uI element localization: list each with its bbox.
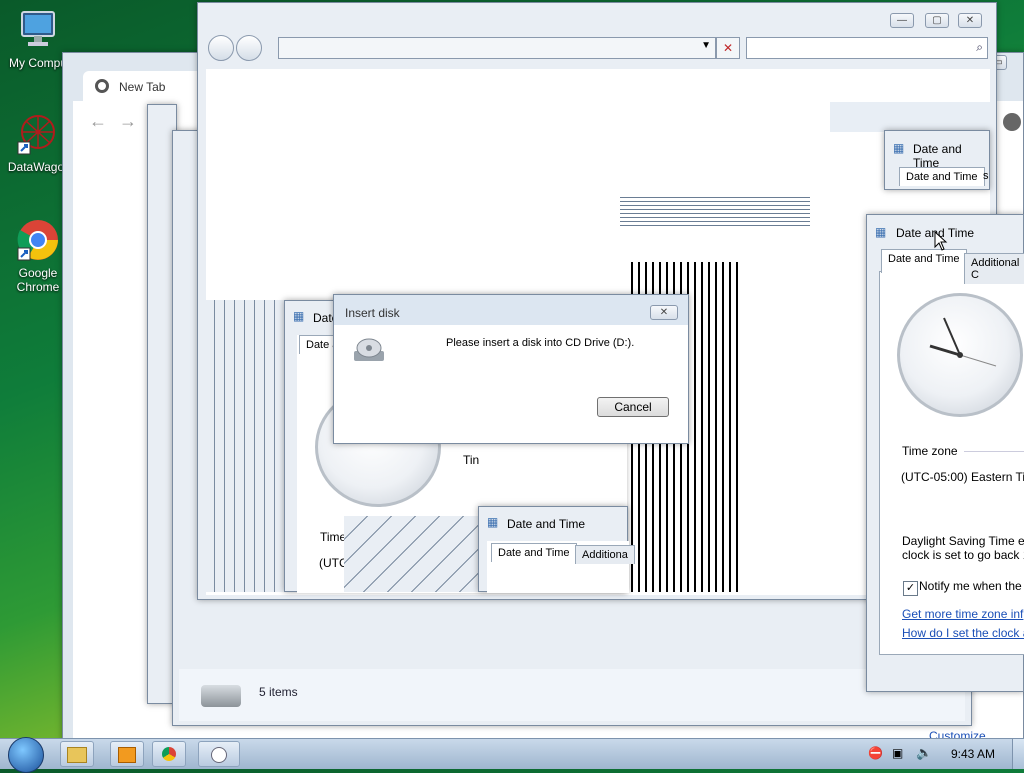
- address-bar[interactable]: ▼: [278, 37, 716, 59]
- forward-arrow-icon[interactable]: →: [119, 111, 137, 132]
- dst-text-line1: Daylight Saving Time e: [902, 534, 1024, 548]
- notify-checkbox[interactable]: ✓: [903, 581, 918, 596]
- tab-date-time[interactable]: Date and Time: [881, 249, 967, 273]
- repaint-artifact-right: [830, 102, 990, 132]
- dialog-title: Insert disk: [345, 306, 400, 320]
- chrome-tab[interactable]: New Tab: [83, 71, 213, 101]
- explorer-status-bar: 5 items: [179, 669, 965, 721]
- set-clock-help-link[interactable]: How do I set the clock a: [902, 626, 1024, 640]
- date-time-icon[interactable]: [198, 741, 240, 767]
- datawagon-icon: [16, 112, 60, 156]
- desktop-icon-label: Google Chrome: [16, 266, 60, 294]
- drive-icon: [201, 685, 241, 707]
- taskbar-clock[interactable]: 9:43 AM: [951, 747, 995, 761]
- date-time-dialog-small: ▦ Date and Time Date and Time Additiona: [478, 506, 635, 593]
- stacked-dialogs-left: [205, 300, 285, 592]
- mouse-cursor-icon: [934, 230, 948, 254]
- show-desktop-button[interactable]: [1012, 739, 1024, 769]
- cancel-button[interactable]: Cancel: [597, 397, 669, 417]
- date-time-dialog-main: ▦ Date and Time Date and Time Additional…: [866, 214, 1024, 692]
- close-button[interactable]: ✕: [958, 13, 982, 28]
- chevron-down-icon[interactable]: ▼: [701, 40, 711, 51]
- time-zone-value: (UTC-05:00) Eastern Tin: [901, 470, 1024, 484]
- back-arrow-icon[interactable]: ←: [89, 111, 107, 132]
- tab-date-time[interactable]: Date and Time: [491, 543, 577, 562]
- notify-label: Notify me when the: [919, 579, 1022, 593]
- action-center-icon[interactable]: ▣: [892, 746, 903, 760]
- tab-additional-clocks[interactable]: Additional C: [964, 253, 1024, 284]
- close-button[interactable]: ✕: [650, 305, 678, 320]
- date-time-icon: ▦: [893, 141, 905, 155]
- forward-button[interactable]: [236, 35, 262, 61]
- minimize-button[interactable]: —: [890, 13, 914, 28]
- repaint-artifact: [246, 76, 786, 276]
- search-input[interactable]: ⌕: [746, 37, 988, 59]
- date-time-dialog-top: ▦ Date and Time Date and Time s: [884, 130, 990, 190]
- tab-date-time[interactable]: Date and Time: [899, 167, 985, 186]
- dialog-message: Please insert a disk into CD Drive (D:).: [446, 337, 635, 349]
- stacked-dialogs-bottom: [344, 516, 480, 592]
- explorer-icon[interactable]: [60, 741, 94, 767]
- date-time-icon: ▦: [487, 515, 499, 529]
- dialog-title: Date and Time: [913, 142, 962, 170]
- chrome-tab-label: New Tab: [119, 80, 166, 94]
- media-player-icon[interactable]: [110, 741, 144, 767]
- time-zone-heading: Time zone: [902, 444, 958, 458]
- maximize-button[interactable]: ▢: [925, 13, 949, 28]
- fragment-text: Tin: [463, 453, 480, 467]
- chrome-icon: [16, 218, 60, 262]
- computer-icon: [16, 8, 60, 52]
- dialog-body: Please insert a disk into CD Drive (D:).…: [334, 325, 688, 443]
- volume-icon[interactable]: 🔈: [916, 745, 932, 761]
- date-time-icon: ▦: [293, 309, 305, 323]
- network-icon[interactable]: ⛔: [868, 746, 883, 760]
- date-time-icon: ▦: [875, 225, 887, 239]
- stop-button[interactable]: ✕: [716, 37, 740, 59]
- tab-suffix: s: [983, 170, 989, 182]
- cd-drive-icon: [352, 337, 386, 365]
- chrome-tab-favicon-icon: [95, 79, 109, 93]
- tab-additional[interactable]: Additiona: [575, 545, 635, 564]
- time-zone-info-link[interactable]: Get more time zone inf: [902, 607, 1023, 621]
- insert-disk-dialog: Insert disk ✕ Please insert a disk into …: [333, 294, 689, 444]
- divider: [964, 451, 1024, 452]
- profile-icon[interactable]: [1003, 113, 1021, 131]
- search-icon[interactable]: ⌕: [976, 40, 983, 55]
- ghost-titlebars: [620, 194, 810, 226]
- dialog-title: Date and Time: [507, 517, 586, 531]
- analog-clock: [897, 293, 1023, 417]
- dst-text-line2: clock is set to go back 1: [902, 548, 1024, 562]
- explorer-item-count: 5 items: [259, 685, 298, 699]
- chrome-icon[interactable]: [152, 741, 186, 767]
- taskbar: ⛔ ▣ 🔈 9:43 AM: [0, 737, 1024, 773]
- back-button[interactable]: [208, 35, 234, 61]
